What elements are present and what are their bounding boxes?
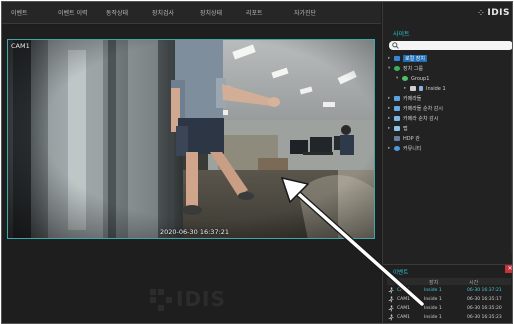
tree-item-device-group[interactable]: ▾ 장치 그룹	[388, 64, 423, 73]
sequence-icon	[394, 106, 400, 111]
tree-item-camera-group-sequence[interactable]: ▸ 카메라들 순차 감시	[388, 104, 443, 113]
menu-item-event[interactable]: 이벤트	[11, 8, 28, 17]
camera-icon	[394, 96, 400, 101]
top-menu-bar: 이벤트 이벤트 이력 동작상태 장치검사 장치상태 리포트 자가진단	[2, 2, 381, 24]
tree-item-group1[interactable]: ▾ Group1	[396, 74, 429, 83]
annotation-arrow-icon	[280, 176, 425, 307]
brand-logo: ⁘ IDIS	[478, 8, 510, 18]
search-icon	[392, 42, 399, 49]
event-device: Inside 1	[424, 315, 442, 320]
menu-item-operation-status[interactable]: 동작상태	[106, 8, 128, 17]
tree-item-label: 커뮤니티	[403, 146, 422, 152]
tree-item-map[interactable]: ▸ 맵	[388, 124, 408, 133]
event-row[interactable]: CAM1 Inside 1 06-30 16:35:23	[387, 313, 511, 322]
idis-logo-icon	[150, 289, 172, 311]
event-camera: CAM1	[397, 315, 410, 320]
tree-item-label: 맵	[403, 126, 408, 132]
event-time: 06-30 16:35:17	[467, 297, 502, 302]
tree-item-label: Group1	[411, 75, 430, 82]
menu-item-self-diagnosis[interactable]: 자가진단	[294, 8, 316, 17]
watermark-text: IDIS	[176, 287, 226, 311]
devices-icon	[394, 56, 400, 61]
tree-item-local-devices[interactable]: ▸ 로컬 장치	[388, 54, 427, 63]
group-icon	[394, 66, 400, 71]
column-header-time[interactable]: 시간	[469, 279, 478, 286]
event-scrollbar[interactable]	[512, 277, 513, 324]
tree-item-label: 카메라들 순차 감시	[403, 106, 443, 112]
tree-item-label: 로컬 장치	[403, 55, 427, 62]
event-time: 06-30 16:35:23	[467, 315, 502, 320]
tree-item-camera-sequence[interactable]: ▸ 카메라 순차 감시	[388, 114, 438, 123]
site-panel-title: 사이트	[393, 31, 410, 38]
camera-label: CAM1	[11, 42, 30, 50]
vms-window: 이벤트 이벤트 이력 동작상태 장치검사 장치상태 리포트 자가진단 CAM1	[1, 1, 513, 324]
tree-item-hdp[interactable]: HDP 관	[388, 134, 420, 143]
brand-text: IDIS	[487, 8, 510, 18]
menu-item-event-history[interactable]: 이벤트 이력	[58, 8, 88, 17]
close-icon: ✕	[507, 265, 513, 272]
map-icon	[394, 126, 400, 131]
tree-item-label: 장치 그룹	[403, 66, 423, 72]
event-time: 06-30 16:37:21	[467, 288, 502, 293]
motion-event-icon	[388, 314, 394, 321]
menu-item-device-status[interactable]: 장치상태	[200, 8, 222, 17]
menu-item-report[interactable]: 리포트	[246, 8, 263, 17]
tree-item-label: 카메라들	[403, 96, 422, 102]
camera-device-icon	[410, 86, 416, 91]
group-icon	[402, 76, 408, 81]
menu-item-device-check[interactable]: 장치검사	[152, 8, 174, 17]
tree-item-cameras[interactable]: ▸ 카메라들	[388, 94, 421, 103]
site-search-input[interactable]	[389, 41, 512, 50]
tree-item-label: Inside 1	[426, 85, 446, 92]
brand-dots-icon: ⁘	[478, 9, 488, 17]
event-panel-close-button[interactable]: ✕	[505, 265, 513, 273]
globe-icon	[394, 146, 400, 151]
link-icon	[419, 86, 423, 91]
camera-timestamp: 2020-06-30 16:37:21	[160, 228, 230, 236]
hdp-icon	[394, 136, 400, 141]
sequence-icon	[394, 116, 400, 121]
tree-item-community[interactable]: ▸ 커뮤니티	[388, 144, 421, 153]
tree-item-label: HDP 관	[403, 136, 420, 142]
tree-scrollbar[interactable]	[511, 54, 512, 254]
event-time: 06-30 16:35:20	[467, 306, 502, 311]
tree-item-inside1[interactable]: ▸ Inside 1	[404, 84, 446, 93]
tree-item-label: 카메라 순차 감시	[403, 116, 439, 122]
